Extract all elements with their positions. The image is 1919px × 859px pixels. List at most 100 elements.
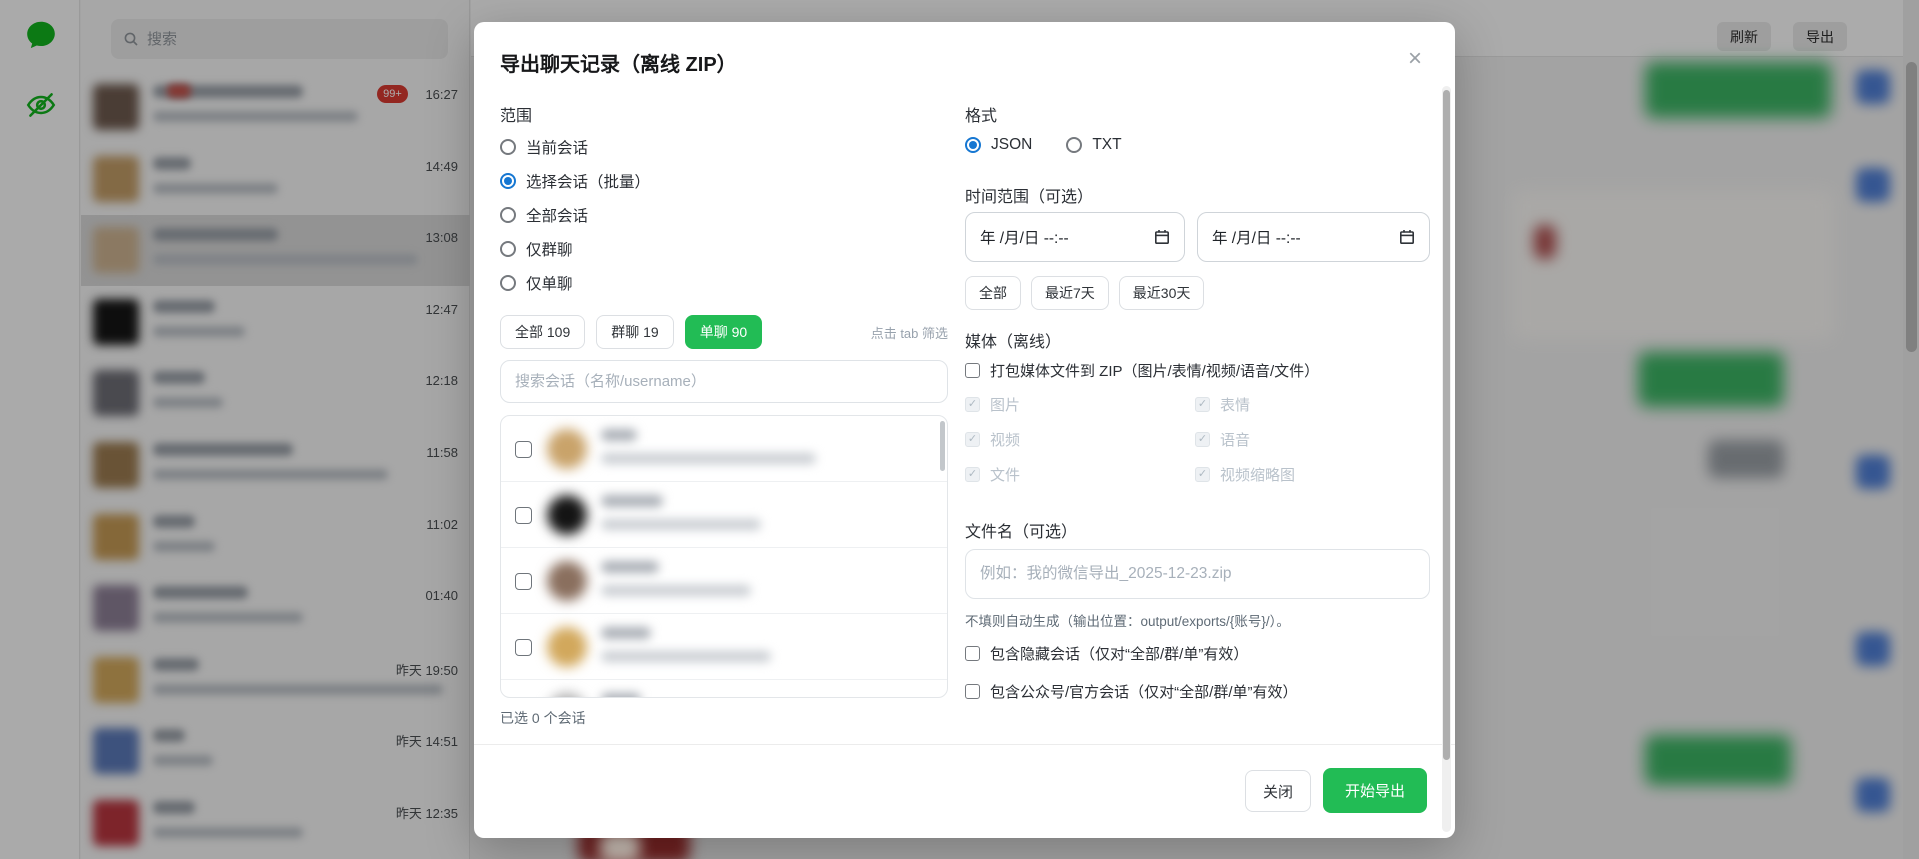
end-date-input[interactable]: 年 /月/日 --:--	[1197, 212, 1430, 262]
media-type-option[interactable]: ✓ 表情	[1195, 394, 1425, 415]
scope-option-label: 仅群聊	[526, 238, 573, 260]
pack-media-checkbox[interactable]	[965, 363, 980, 378]
format-option-label: TXT	[1092, 136, 1121, 154]
blurred-conversation-name	[601, 561, 659, 573]
close-button[interactable]: 关闭	[1245, 770, 1311, 812]
scope-option-label: 选择会话（批量）	[526, 170, 650, 192]
scope-option-label: 仅单聊	[526, 272, 573, 294]
extra-option-label: 包含隐藏会话（仅对“全部/群/单”有效）	[990, 643, 1248, 664]
selected-count: 已选 0 个会话	[500, 708, 586, 728]
format-option[interactable]: JSON	[965, 136, 1032, 154]
conversation-item[interactable]	[501, 680, 947, 698]
radio-icon[interactable]	[500, 275, 516, 291]
conversation-avatar	[547, 429, 587, 469]
scope-option[interactable]: 仅群聊	[500, 238, 650, 260]
disabled-checkbox: ✓	[965, 397, 980, 412]
disabled-checkbox: ✓	[1195, 397, 1210, 412]
disabled-checkbox: ✓	[965, 467, 980, 482]
media-type-label: 图片	[990, 394, 1020, 415]
scope-option-label: 全部会话	[526, 204, 588, 226]
media-type-option[interactable]: ✓语音	[1195, 429, 1425, 450]
extra-option-label: 包含公众号/官方会话（仅对“全部/群/单”有效）	[990, 681, 1298, 702]
format-label: 格式	[965, 102, 997, 126]
conversation-checkbox[interactable]	[515, 507, 532, 524]
media-type-option[interactable]: ✓ 视频	[965, 429, 1195, 450]
quick-range-button[interactable]: 最近30天	[1119, 276, 1205, 310]
quick-range-buttons: 全部最近7天最近30天	[965, 276, 1204, 310]
radio-icon[interactable]	[1066, 137, 1082, 153]
scope-label: 范围	[500, 102, 532, 126]
conversation-item[interactable]	[501, 614, 947, 680]
blurred-conversation-username	[601, 453, 816, 464]
pack-media-label: 打包媒体文件到 ZIP（图片/表情/视频/语音/文件）	[990, 360, 1319, 381]
format-radio-group: JSON TXT	[965, 136, 1122, 154]
filename-hint: 不填则自动生成（输出位置：output/exports/{账号}/）。	[965, 610, 1290, 630]
quick-range-button[interactable]: 最近7天	[1031, 276, 1109, 310]
scope-option[interactable]: 全部会话	[500, 204, 650, 226]
media-type-label: 语音	[1220, 429, 1250, 450]
start-export-button[interactable]: 开始导出	[1323, 768, 1427, 813]
blurred-conversation-name	[601, 495, 663, 507]
scope-option[interactable]: 仅单聊	[500, 272, 650, 294]
radio-icon[interactable]	[500, 173, 516, 189]
extra-option-checkbox[interactable]	[965, 684, 980, 699]
conversation-search-input[interactable]	[500, 360, 948, 403]
dialog-title: 导出聊天记录（离线 ZIP）	[500, 48, 737, 77]
conversation-item[interactable]	[501, 548, 947, 614]
chips-hint: 点击 tab 筛选	[804, 323, 948, 342]
close-icon[interactable]: ×	[1400, 44, 1430, 74]
blurred-conversation-name	[601, 627, 651, 639]
media-type-option[interactable]: ✓ 图片	[965, 394, 1195, 415]
filter-chip[interactable]: 全部 109	[500, 315, 585, 349]
radio-icon[interactable]	[500, 139, 516, 155]
filter-chip[interactable]: 单聊 90	[685, 315, 762, 349]
export-dialog: 导出聊天记录（离线 ZIP） × 范围 当前会话选择会话（批量） 全部会话仅群聊仅…	[474, 22, 1455, 838]
format-option-label: JSON	[991, 136, 1032, 154]
media-type-label: 表情	[1220, 394, 1250, 415]
conversation-checkbox[interactable]	[515, 639, 532, 656]
calendar-icon[interactable]	[1399, 229, 1415, 245]
blurred-conversation-username	[601, 651, 771, 662]
conversation-avatar	[547, 693, 587, 698]
blurred-conversation-name	[601, 693, 641, 698]
extra-option[interactable]: 包含公众号/官方会话（仅对“全部/群/单”有效）	[965, 681, 1298, 702]
media-type-grid: ✓图片✓表情✓视频✓语音✓文件✓视频缩略图	[965, 394, 1425, 485]
extra-option-checkbox[interactable]	[965, 646, 980, 661]
media-type-option[interactable]: ✓视频缩略图	[1195, 464, 1425, 485]
app-window: 99+16:2714:4913:0812:4712:1811:5811:0201…	[0, 0, 1919, 859]
radio-icon[interactable]	[965, 137, 981, 153]
blurred-conversation-username	[601, 585, 751, 596]
blurred-conversation-username	[601, 519, 761, 530]
modal-scrollbar[interactable]	[1442, 86, 1451, 832]
radio-icon[interactable]	[500, 241, 516, 257]
conversation-checkbox[interactable]	[515, 441, 532, 458]
conversation-item[interactable]	[501, 416, 947, 482]
modal-scrollbar-thumb[interactable]	[1443, 90, 1450, 760]
media-type-option[interactable]: ✓文件	[965, 464, 1195, 485]
extra-option[interactable]: 包含隐藏会话（仅对“全部/群/单”有效）	[965, 643, 1298, 664]
media-type-label: 视频	[990, 429, 1020, 450]
scope-option[interactable]: 当前会话	[500, 136, 650, 158]
filter-chip[interactable]: 群聊 19	[596, 315, 673, 349]
radio-icon[interactable]	[500, 207, 516, 223]
scope-radio-group: 当前会话选择会话（批量） 全部会话仅群聊仅单聊	[500, 136, 650, 294]
conversation-list[interactable]	[500, 415, 948, 698]
quick-range-button[interactable]: 全部	[965, 276, 1021, 310]
conversation-avatar	[547, 627, 587, 667]
filename-input[interactable]	[965, 549, 1430, 599]
filter-chips: 全部 109 群聊 19 单聊 90	[500, 315, 762, 349]
conversation-item[interactable]	[501, 482, 947, 548]
format-option[interactable]: TXT	[1066, 136, 1121, 154]
footer-divider	[474, 744, 1455, 745]
start-date-value: 年 /月/日 --:--	[980, 226, 1069, 248]
blurred-conversation-name	[601, 429, 637, 441]
pack-media-checkbox-row[interactable]: 打包媒体文件到 ZIP（图片/表情/视频/语音/文件）	[965, 360, 1319, 381]
filename-label: 文件名（可选）	[965, 518, 1077, 542]
disabled-checkbox: ✓	[965, 432, 980, 447]
calendar-icon[interactable]	[1154, 229, 1170, 245]
conversation-list-scrollbar[interactable]	[940, 421, 945, 471]
disabled-checkbox: ✓	[1195, 467, 1210, 482]
conversation-checkbox[interactable]	[515, 573, 532, 590]
start-date-input[interactable]: 年 /月/日 --:--	[965, 212, 1185, 262]
scope-option[interactable]: 选择会话（批量）	[500, 170, 650, 192]
